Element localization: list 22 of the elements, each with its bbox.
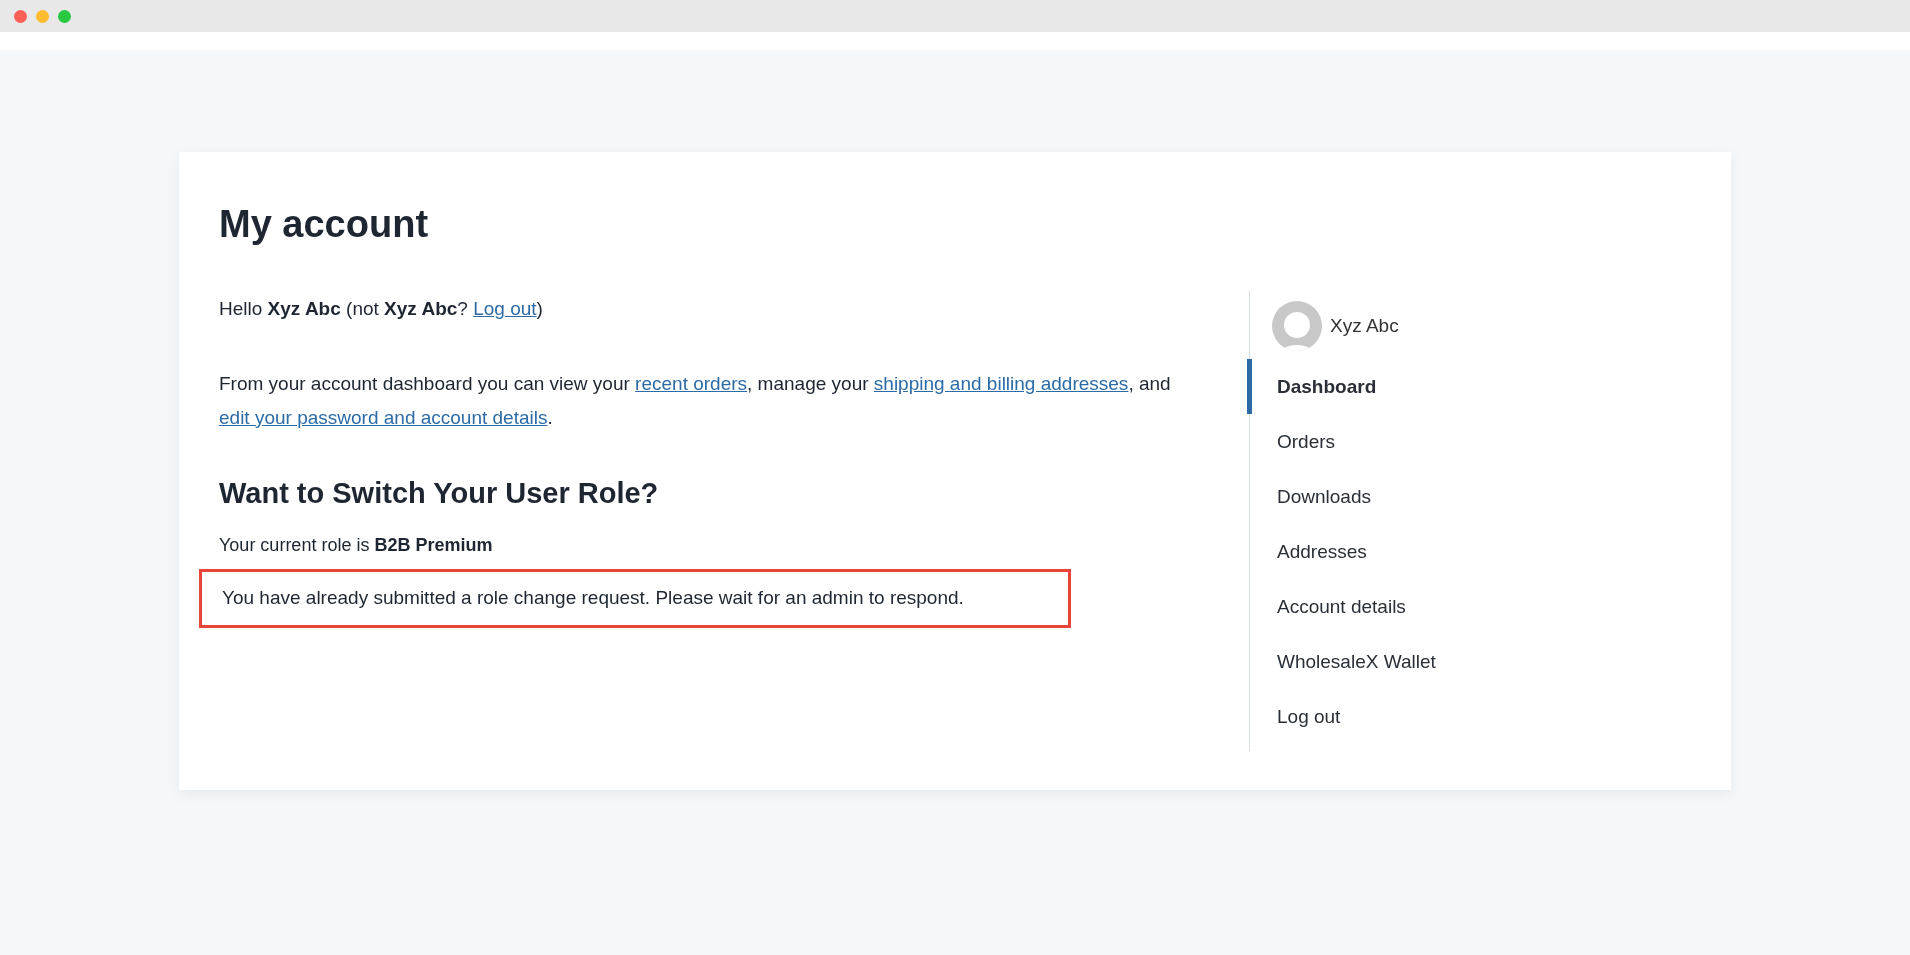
window-control-dot[interactable] — [14, 9, 27, 23]
dashboard-intro-text: From your account dashboard you can view your recent orders, manage your shipping and billing addresses, and edit your password and account details. — [219, 371, 1172, 430]
current-role-text: Your current role is B2B Premium — [219, 534, 494, 558]
greeting-text: Hello Xyz Abc (not Xyz Abc? Log out) — [219, 296, 544, 321]
sidebar-nav-item[interactable]: Downloads — [1247, 469, 1589, 524]
window-control-dot[interactable] — [36, 9, 49, 23]
sidebar-nav-item[interactable]: Orders — [1247, 414, 1589, 469]
text-link[interactable]: Log out — [473, 297, 537, 319]
sidebar-nav-item[interactable]: Dashboard — [1247, 359, 1589, 414]
user-name: Xyz Abc — [1330, 313, 1399, 338]
text-link[interactable]: edit your password and account details — [219, 406, 548, 428]
sidebar-nav-item[interactable]: WholesaleX Wallet — [1247, 634, 1589, 689]
sidebar-nav-item[interactable]: Account details — [1247, 579, 1589, 634]
role-request-notice: You have already submitted a role change request. Please wait for an admin to respond. — [199, 569, 1071, 628]
sidebar-nav-item[interactable]: Log out — [1247, 689, 1589, 744]
window-control-dot[interactable] — [58, 9, 71, 23]
sidebar-nav-item[interactable]: Addresses — [1247, 524, 1589, 579]
section-heading: Want to Switch Your User Role? — [219, 475, 660, 511]
text-link[interactable]: recent orders — [635, 372, 748, 394]
avatar-icon — [1272, 301, 1322, 351]
text-link[interactable]: shipping and billing addresses — [873, 372, 1129, 394]
page-title: My account — [219, 202, 430, 247]
